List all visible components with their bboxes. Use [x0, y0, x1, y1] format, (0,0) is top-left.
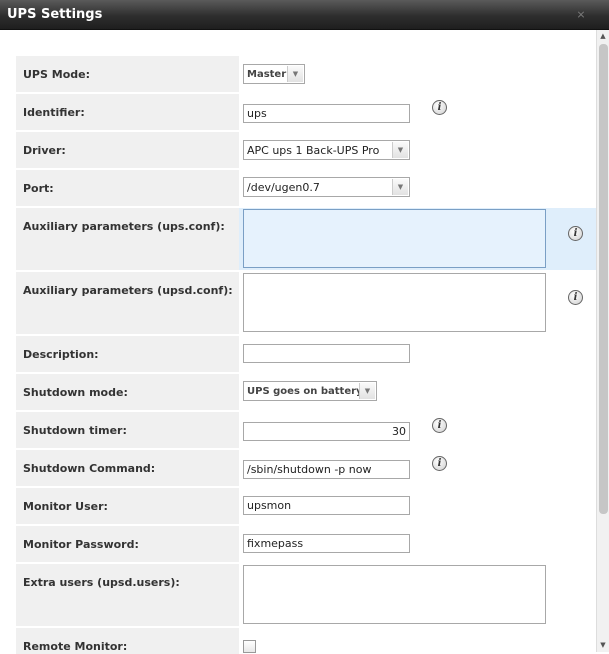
ups-mode-select[interactable]: Master ▼: [243, 64, 305, 84]
description-label: Description:: [23, 348, 99, 361]
aux-upsd-conf-textarea[interactable]: [243, 273, 546, 332]
close-icon[interactable]: ⨯: [575, 9, 587, 21]
remote-monitor-label: Remote Monitor:: [23, 640, 128, 653]
chevron-down-icon[interactable]: ▼: [287, 66, 303, 82]
identifier-label: Identifier:: [23, 106, 85, 119]
row-remote-monitor: Remote Monitor:: [16, 628, 596, 654]
shutdown-mode-select[interactable]: UPS goes on battery ▼: [243, 381, 377, 401]
ups-mode-label: UPS Mode:: [23, 68, 90, 81]
row-port: Port: /dev/ugen0.7 ▼: [16, 170, 596, 206]
window-titlebar: UPS Settings ⨯: [0, 0, 609, 30]
aux-upsd-conf-label: Auxiliary parameters (upsd.conf):: [23, 284, 233, 297]
scroll-down-arrow-icon[interactable]: ▼: [597, 639, 609, 652]
identifier-input[interactable]: ups: [243, 104, 410, 123]
port-value: /dev/ugen0.7: [247, 181, 320, 194]
aux-ups-conf-info-icon[interactable]: i: [568, 226, 583, 241]
chevron-down-icon[interactable]: ▼: [392, 179, 408, 195]
shutdown-command-input[interactable]: /sbin/shutdown -p now: [243, 460, 410, 479]
ups-mode-value: Master: [247, 69, 287, 80]
row-shutdown-timer: Shutdown timer: 30 i: [16, 412, 596, 448]
extra-users-label: Extra users (upsd.users):: [23, 576, 180, 589]
row-shutdown-command: Shutdown Command: /sbin/shutdown -p now …: [16, 450, 596, 486]
aux-ups-conf-label: Auxiliary parameters (ups.conf):: [23, 220, 225, 233]
aux-upsd-conf-info-icon[interactable]: i: [568, 290, 583, 305]
row-driver: Driver: APC ups 1 Back-UPS Pro ▼: [16, 132, 596, 168]
vertical-scrollbar[interactable]: ▲ ▼: [596, 30, 609, 652]
shutdown-mode-label: Shutdown mode:: [23, 386, 128, 399]
row-monitor-user: Monitor User: upsmon: [16, 488, 596, 524]
row-shutdown-mode: Shutdown mode: UPS goes on battery ▼: [16, 374, 596, 410]
shutdown-timer-input[interactable]: 30: [243, 422, 410, 441]
row-description: Description:: [16, 336, 596, 372]
row-monitor-password: Monitor Password: fixmepass: [16, 526, 596, 562]
shutdown-command-info-icon[interactable]: i: [432, 456, 447, 471]
driver-value: APC ups 1 Back-UPS Pro: [247, 144, 380, 157]
extra-users-textarea[interactable]: [243, 565, 546, 624]
scrollbar-thumb[interactable]: [599, 44, 608, 514]
shutdown-timer-info-icon[interactable]: i: [432, 418, 447, 433]
scroll-up-arrow-icon[interactable]: ▲: [597, 30, 609, 43]
port-select[interactable]: /dev/ugen0.7 ▼: [243, 177, 410, 197]
chevron-down-icon[interactable]: ▼: [359, 383, 375, 399]
remote-monitor-checkbox[interactable]: [243, 640, 256, 653]
shutdown-mode-value: UPS goes on battery: [247, 386, 363, 397]
window-title: UPS Settings: [7, 7, 103, 22]
monitor-user-input[interactable]: upsmon: [243, 496, 410, 515]
row-identifier: Identifier: ups i: [16, 94, 596, 130]
monitor-password-label: Monitor Password:: [23, 538, 139, 551]
description-input[interactable]: [243, 344, 410, 363]
shutdown-timer-label: Shutdown timer:: [23, 424, 127, 437]
driver-select[interactable]: APC ups 1 Back-UPS Pro ▼: [243, 140, 410, 160]
row-extra-users: Extra users (upsd.users):: [16, 564, 596, 626]
row-ups-mode: UPS Mode: Master ▼: [16, 56, 596, 92]
row-aux-upsd-conf: Auxiliary parameters (upsd.conf): i: [16, 272, 596, 334]
aux-ups-conf-textarea[interactable]: [243, 209, 546, 268]
port-label: Port:: [23, 182, 54, 195]
identifier-info-icon[interactable]: i: [432, 100, 447, 115]
chevron-down-icon[interactable]: ▼: [392, 142, 408, 158]
driver-label: Driver:: [23, 144, 66, 157]
row-aux-ups-conf: Auxiliary parameters (ups.conf): i: [16, 208, 596, 270]
monitor-user-label: Monitor User:: [23, 500, 108, 513]
monitor-password-input[interactable]: fixmepass: [243, 534, 410, 553]
shutdown-command-label: Shutdown Command:: [23, 462, 156, 475]
